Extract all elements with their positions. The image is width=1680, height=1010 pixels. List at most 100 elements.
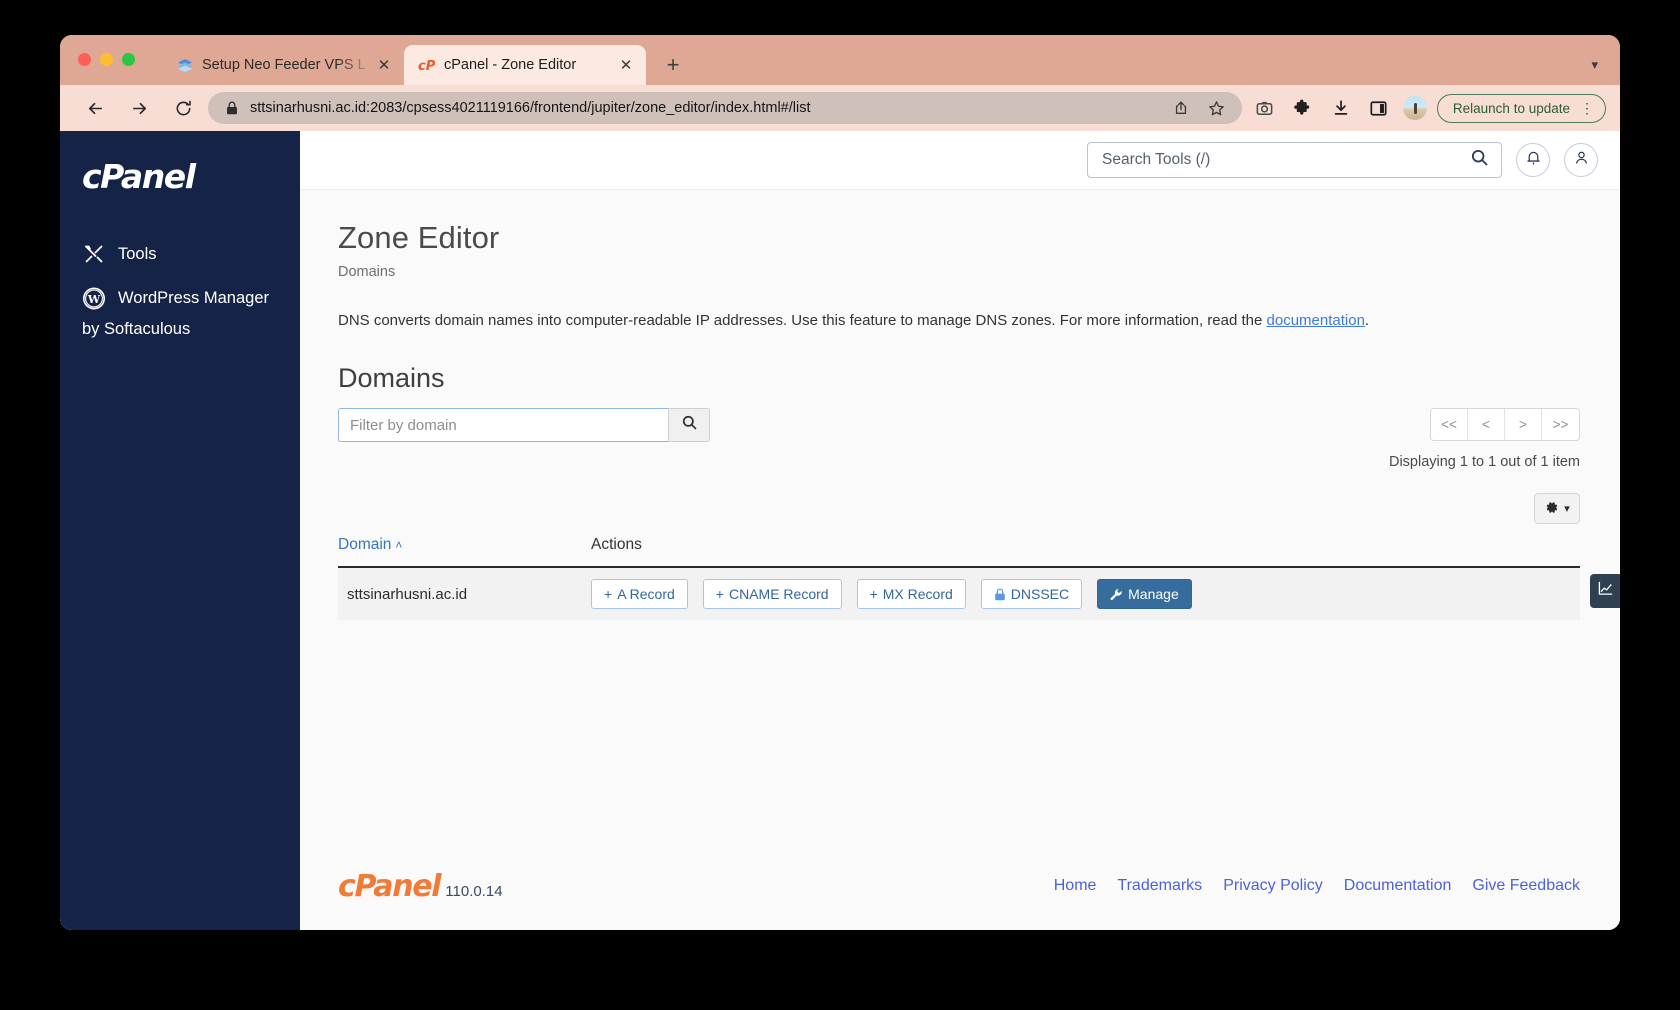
content-area: Zone Editor Domains DNS converts domain …: [300, 190, 1620, 842]
svg-text:W: W: [87, 293, 101, 306]
breadcrumb: Domains: [338, 264, 396, 280]
domains-table: Domain ˄ Actions sttsinarhusni.ac.id + A…: [338, 536, 1580, 620]
wordpress-icon: W: [82, 286, 106, 310]
lock-icon: [994, 588, 1006, 601]
add-a-record-button[interactable]: + A Record: [591, 579, 688, 609]
gear-icon: [1544, 500, 1559, 518]
column-header-actions: Actions: [591, 536, 1580, 568]
pagination-first-button[interactable]: <<: [1431, 409, 1468, 440]
dnssec-label: DNSSEC: [1010, 586, 1070, 602]
sidebar: cPanel Tools W WordPress Manager by Soft…: [60, 131, 300, 930]
main-area: Zone Editor Domains DNS converts domain …: [300, 131, 1620, 930]
close-window-button[interactable]: [78, 53, 91, 66]
minimize-window-button[interactable]: [100, 53, 113, 66]
stack-icon: [176, 57, 193, 74]
browser-tab-1[interactable]: Setup Neo Feeder VPS L... | M ✕: [162, 45, 404, 85]
plus-icon: +: [715, 586, 724, 602]
app-header: [300, 131, 1620, 190]
filter-search-button[interactable]: [668, 408, 710, 442]
new-tab-button[interactable]: +: [658, 50, 688, 80]
side-panel-icon[interactable]: [1364, 93, 1394, 123]
manage-button[interactable]: Manage: [1097, 579, 1192, 609]
account-button[interactable]: [1564, 143, 1598, 177]
footer-link-privacy-policy[interactable]: Privacy Policy: [1223, 877, 1323, 895]
pagination-next-button[interactable]: >: [1505, 409, 1542, 440]
back-button[interactable]: [78, 91, 112, 125]
bookmark-star-icon[interactable]: [1204, 95, 1230, 121]
address-bar-url: sttsinarhusni.ac.id:2083/cpsess402111916…: [250, 100, 811, 116]
extensions-puzzle-icon[interactable]: [1288, 93, 1318, 123]
lock-icon: [224, 95, 240, 121]
domains-table-head: Domain ˄ Actions: [338, 536, 1580, 568]
relaunch-label: Relaunch to update: [1452, 100, 1570, 116]
maximize-window-button[interactable]: [122, 53, 135, 66]
sidebar-item-wordpress-sublabel: by Softaculous: [82, 320, 191, 338]
share-icon[interactable]: [1168, 95, 1194, 121]
filter-by-domain-input[interactable]: [338, 408, 668, 442]
pagination: << < > >>: [1430, 408, 1580, 441]
chart-icon: [1598, 581, 1613, 601]
chevron-down-icon[interactable]: ▾: [1591, 57, 1598, 73]
close-icon[interactable]: ✕: [374, 55, 394, 75]
browser-tab-2[interactable]: cP cPanel - Zone Editor ✕: [404, 45, 646, 85]
pagination-area: << < > >> Displaying 1 to 1 out of 1 ite…: [1389, 408, 1580, 470]
pagination-prev-button[interactable]: <: [1468, 409, 1505, 440]
downloads-icon[interactable]: [1326, 93, 1356, 123]
notifications-button[interactable]: [1516, 143, 1550, 177]
sidebar-item-tools[interactable]: Tools: [60, 232, 300, 276]
screenshot-icon[interactable]: [1250, 93, 1280, 123]
add-mx-record-button[interactable]: + MX Record: [856, 579, 966, 609]
column-header-domain[interactable]: Domain ˄: [338, 536, 591, 568]
footer-link-trademarks[interactable]: Trademarks: [1117, 877, 1202, 895]
address-bar[interactable]: sttsinarhusni.ac.id:2083/cpsess402111916…: [208, 92, 1242, 124]
kebab-menu-icon[interactable]: ⋮: [1580, 101, 1594, 115]
sidebar-item-tools-label: Tools: [118, 244, 157, 263]
user-icon: [1573, 149, 1590, 171]
add-cname-record-button[interactable]: + CNAME Record: [702, 579, 842, 609]
tab-strip: Setup Neo Feeder VPS L... | M ✕ cP cPane…: [60, 35, 1620, 85]
chevron-down-icon: ▾: [1564, 503, 1570, 515]
dnssec-button[interactable]: DNSSEC: [980, 579, 1083, 609]
pagination-last-button[interactable]: >>: [1542, 409, 1579, 440]
filter-row: << < > >> Displaying 1 to 1 out of 1 ite…: [338, 408, 1580, 470]
forward-button[interactable]: [122, 91, 156, 125]
svg-text:cP: cP: [418, 59, 435, 74]
browser-window: Setup Neo Feeder VPS L... | M ✕ cP cPane…: [60, 35, 1620, 930]
cpanel-version: 110.0.14: [445, 882, 503, 900]
footer-link-home[interactable]: Home: [1054, 877, 1097, 895]
footer-link-documentation[interactable]: Documentation: [1344, 877, 1452, 895]
filter-group: [338, 408, 710, 442]
table-settings-button[interactable]: ▾: [1534, 493, 1580, 524]
search-tools-field[interactable]: [1087, 142, 1502, 178]
search-icon[interactable]: [1470, 148, 1489, 172]
wrench-icon: [1110, 588, 1123, 601]
browser-tab-2-title: cPanel - Zone Editor: [444, 57, 577, 73]
close-icon[interactable]: ✕: [616, 55, 636, 75]
domains-table-body: sttsinarhusni.ac.id + A Record + CNAME R…: [338, 567, 1580, 620]
sidebar-item-wordpress-manager[interactable]: W WordPress Manager: [60, 276, 300, 320]
page-footer: cPanel 110.0.14 Home Trademarks Privacy …: [300, 842, 1620, 930]
intro-text-before: DNS converts domain names into computer-…: [338, 312, 1267, 329]
reload-button[interactable]: [166, 91, 200, 125]
stats-flyout-button[interactable]: [1590, 574, 1620, 608]
cell-domain: sttsinarhusni.ac.id: [338, 567, 591, 620]
window-controls: [78, 53, 135, 66]
search-icon: [681, 414, 698, 436]
footer-brand: cPanel 110.0.14: [338, 869, 503, 904]
footer-link-give-feedback[interactable]: Give Feedback: [1472, 877, 1580, 895]
search-input[interactable]: [1102, 151, 1470, 169]
plus-icon: +: [604, 586, 613, 602]
page-body: cPanel Tools W WordPress Manager by Soft…: [60, 131, 1620, 930]
bell-icon: [1525, 149, 1542, 171]
add-a-record-label: A Record: [617, 586, 675, 602]
relaunch-to-update-button[interactable]: Relaunch to update ⋮: [1436, 93, 1606, 123]
avatar[interactable]: [1402, 96, 1427, 120]
plus-icon: +: [869, 586, 878, 602]
page-title: Zone Editor: [338, 220, 500, 255]
documentation-link[interactable]: documentation: [1267, 312, 1365, 329]
intro-text-after: .: [1364, 312, 1370, 329]
browser-tab-1-title: Setup Neo Feeder VPS L... | M: [202, 57, 365, 73]
sidebar-item-wordpress-manager-label: WordPress Manager: [118, 288, 270, 307]
cpanel-logo: cPanel: [82, 157, 196, 196]
cpanel-logo: cPanel: [338, 868, 442, 904]
